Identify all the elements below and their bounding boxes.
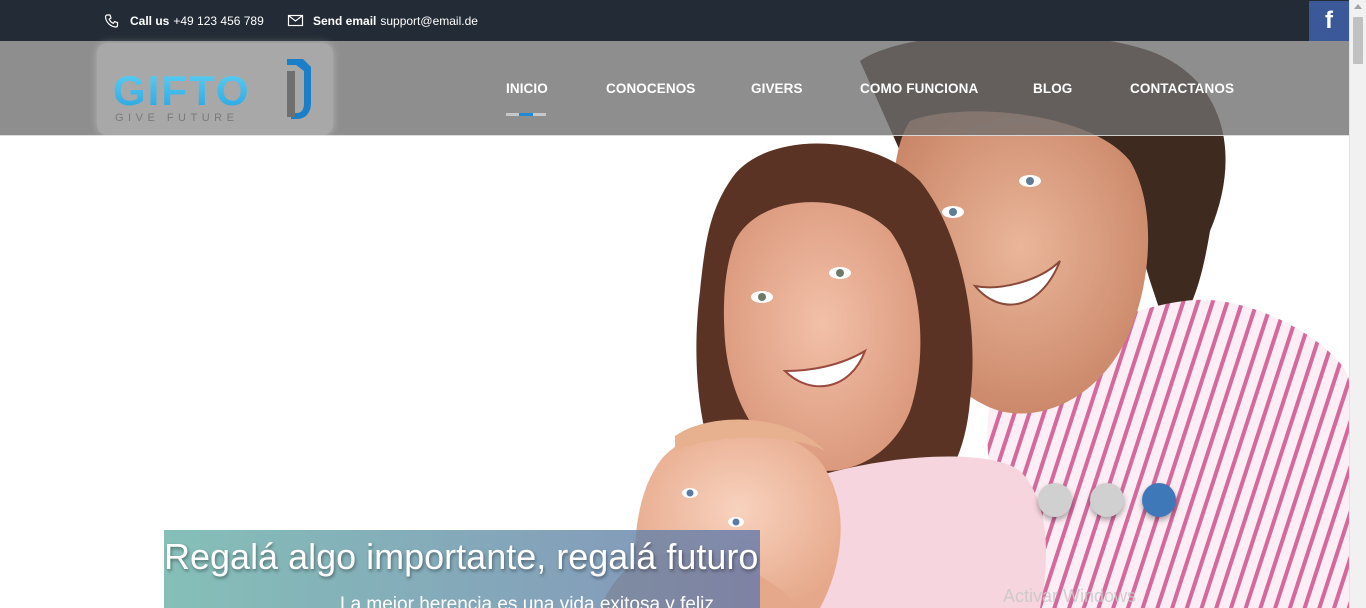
nav-como-funciona[interactable]: COMO FUNCIONA — [860, 81, 978, 96]
windows-activation-watermark: Activar Windows — [1003, 586, 1137, 606]
envelope-icon — [287, 14, 305, 28]
nav-inicio[interactable]: INICIO — [506, 81, 548, 96]
nav-conocenos[interactable]: CONOCENOS — [606, 81, 695, 96]
nav-contactanos[interactable]: CONTACTANOS — [1130, 81, 1234, 96]
logo-tagline: GIVE FUTURE — [115, 112, 238, 124]
slider-dot-2[interactable] — [1090, 483, 1124, 517]
nav-givers[interactable]: GIVERS — [751, 81, 803, 96]
page-scrollbar[interactable] — [1349, 0, 1366, 608]
logo-text: GIFTO — [113, 67, 251, 114]
site-header: GIFTO GIVE FUTURE INICIO CONOCENOS GIVER… — [0, 41, 1349, 136]
scroll-thumb[interactable] — [1353, 17, 1363, 64]
hero-caption: Regalá algo importante, regalá futuro La… — [164, 530, 760, 608]
call-label: Call us — [130, 13, 170, 28]
hero-title: Regalá algo importante, regalá futuro — [164, 536, 759, 577]
send-email[interactable]: Send email support@email.de — [287, 0, 478, 41]
slider-dot-3[interactable] — [1142, 483, 1176, 517]
active-nav-indicator — [506, 113, 546, 116]
gifto-logo[interactable]: GIFTO GIVE FUTURE — [97, 43, 333, 135]
call-value: +49 123 456 789 — [173, 13, 264, 28]
logo-graphic: GIFTO GIVE FUTURE — [113, 59, 311, 124]
email-label: Send email — [313, 13, 377, 28]
phone-icon — [104, 13, 122, 28]
scroll-up-icon[interactable] — [1354, 4, 1362, 9]
call-us[interactable]: Call us +49 123 456 789 — [104, 0, 264, 41]
nav-blog[interactable]: BLOG — [1033, 81, 1072, 96]
slider-dot-1[interactable] — [1038, 483, 1072, 517]
top-info-bar: Call us +49 123 456 789 Send email suppo… — [0, 0, 1349, 41]
hero-subtitle: La mejor herencia es una vida exitosa y … — [340, 594, 714, 608]
email-value: support@email.de — [380, 13, 478, 28]
facebook-icon[interactable]: f — [1309, 1, 1349, 41]
